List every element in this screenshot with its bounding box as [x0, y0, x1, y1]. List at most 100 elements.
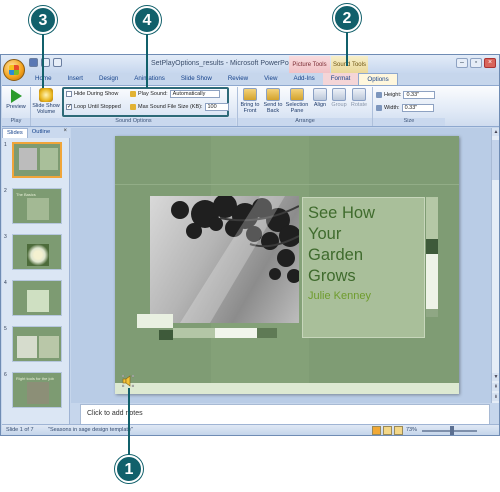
minimize-icon[interactable]: – [456, 58, 468, 68]
tab-animations[interactable]: Animations [126, 73, 173, 85]
width-input[interactable]: 0.33" [401, 104, 434, 112]
max-sound-label: Max Sound File Size (KB): [138, 104, 203, 110]
callout-4: 4 [133, 6, 161, 34]
sound-icon[interactable] [121, 374, 135, 388]
slide-thumbnail[interactable]: 6 Right tools for the job [4, 372, 64, 410]
tab-slide-show[interactable]: Slide Show [173, 73, 220, 85]
slides-pane: Slides Outline × 1 2 The Basics 3 4 5 6 … [2, 128, 70, 424]
scroll-down-icon[interactable]: ▼ [492, 373, 499, 381]
slide-show-view-button[interactable] [394, 426, 403, 435]
next-slide-icon[interactable]: ⇟ [492, 393, 499, 401]
align-label: Align [313, 102, 327, 108]
loop-until-stopped-checkbox[interactable]: ✓ [66, 104, 72, 110]
slide-thumbnail[interactable]: 5 [4, 326, 64, 364]
scroll-up-icon[interactable]: ▲ [492, 128, 499, 136]
selection-pane-button[interactable]: Selection Pane [285, 88, 309, 114]
decorative-block [137, 314, 173, 328]
selection-pane-icon [290, 88, 304, 101]
notes-pane[interactable]: Click to add notes [80, 404, 490, 425]
sound-options-group-label: Sound Options [31, 118, 236, 126]
slide-thumbnail-image [12, 326, 62, 362]
tab-options[interactable]: Options [358, 73, 398, 85]
office-logo-icon [9, 65, 19, 75]
loop-until-stopped-option[interactable]: ✓ Loop Until Stopped [66, 104, 121, 110]
slide-show-volume-button[interactable]: Slide Show Volume [32, 88, 60, 115]
scroll-thumb[interactable] [492, 140, 499, 180]
zoom-slider-thumb[interactable] [450, 426, 454, 435]
redo-icon[interactable] [53, 58, 62, 67]
office-button[interactable] [3, 59, 25, 81]
rotate-button[interactable]: Rotate [349, 88, 369, 108]
group-label: Group [331, 102, 347, 108]
ribbon: Preview Play Slide Show Volume Hide Duri… [2, 85, 499, 127]
tab-review[interactable]: Review [220, 73, 256, 85]
ribbon-tabs: Home Insert Design Animations Slide Show… [27, 73, 398, 85]
slide-number: 3 [4, 234, 7, 240]
slide-thumbnail[interactable]: 1 [4, 142, 64, 180]
speaker-icon [39, 88, 53, 102]
normal-view-button[interactable] [372, 426, 381, 435]
tab-view[interactable]: View [256, 73, 285, 85]
decorative-block [257, 328, 277, 338]
tab-insert[interactable]: Insert [60, 73, 91, 85]
bring-to-front-button[interactable]: Bring to Front [239, 88, 261, 114]
slide-number: 6 [4, 372, 7, 378]
play-group-label: Play [2, 118, 30, 126]
prev-slide-icon[interactable]: ⇞ [492, 383, 499, 391]
thumbnail-photo [39, 336, 59, 358]
slides-pane-tabs: Slides Outline × [2, 128, 70, 138]
slide-thumbnail-image: Right tools for the job [12, 372, 62, 408]
context-sound-tools: Sound Tools [331, 56, 368, 73]
height-input[interactable]: 0.33" [403, 91, 436, 99]
rotate-label: Rotate [350, 102, 368, 108]
garden-photo[interactable] [150, 196, 299, 323]
rotate-icon [352, 88, 366, 101]
tab-outline[interactable]: Outline [28, 128, 54, 138]
max-sound-input[interactable]: 100 [204, 103, 229, 111]
slide-thumbnail[interactable]: 4 [4, 280, 64, 318]
vertical-scrollbar[interactable]: ▲ ▼ ⇞ ⇟ [491, 128, 499, 403]
hide-during-show-option[interactable]: Hide During Show [66, 91, 118, 97]
max-sound-icon [130, 104, 136, 110]
tab-slides[interactable]: Slides [2, 128, 28, 138]
loop-until-stopped-label: Loop Until Stopped [74, 104, 121, 110]
tab-format[interactable]: Format [322, 73, 359, 85]
width-icon [376, 105, 382, 111]
selection-pane-label-2: Pane [290, 108, 304, 114]
thumbnail-flower [27, 244, 49, 266]
width-field: Width: 0.33" [376, 104, 434, 112]
save-icon[interactable] [29, 58, 38, 67]
slide-sorter-view-button[interactable] [383, 426, 392, 435]
context-picture-tools: Picture Tools [289, 56, 330, 73]
slide-canvas[interactable]: See How Your Garden Grows Julie Kenney [115, 136, 459, 394]
play-sound-dropdown[interactable]: Automatically [169, 90, 220, 98]
maximize-icon[interactable]: ▫ [470, 58, 482, 68]
send-to-back-button[interactable]: Send to Back [262, 88, 284, 114]
slide-thumbnail-image [12, 280, 62, 316]
callout-3: 3 [29, 6, 57, 34]
window-controls: – ▫ × [456, 58, 496, 68]
tab-design[interactable]: Design [91, 73, 126, 85]
close-pane-icon[interactable]: × [60, 128, 70, 138]
decorative-block [159, 330, 173, 340]
close-icon[interactable]: × [484, 58, 496, 68]
preview-button[interactable]: Preview [5, 89, 27, 110]
send-to-back-label-2: Back [266, 108, 280, 114]
preview-label: Preview [6, 104, 26, 110]
hide-during-show-checkbox[interactable] [66, 91, 72, 97]
thumbnail-photo [19, 148, 37, 170]
slide-thumbnail[interactable]: 3 [4, 234, 64, 272]
slide-counter: Slide 1 of 7 [6, 427, 34, 433]
slide-thumbnail-image [12, 142, 62, 178]
slide-number: 4 [4, 280, 7, 286]
height-field: Height: 0.33" [376, 91, 436, 99]
title-placeholder[interactable]: See How Your Garden Grows Julie Kenney [302, 197, 425, 338]
slide-show-volume-label-2: Volume [36, 109, 56, 115]
theme-name: "Seasons in sage design template" [48, 427, 133, 433]
callout-2-line [346, 30, 348, 66]
slide-thumbnail[interactable]: 2 The Basics [4, 188, 64, 226]
tab-add-ins[interactable]: Add-Ins [285, 73, 322, 85]
align-button[interactable]: Align [311, 88, 329, 108]
size-group-label: Size [373, 118, 445, 126]
group-button[interactable]: Group [330, 88, 348, 108]
